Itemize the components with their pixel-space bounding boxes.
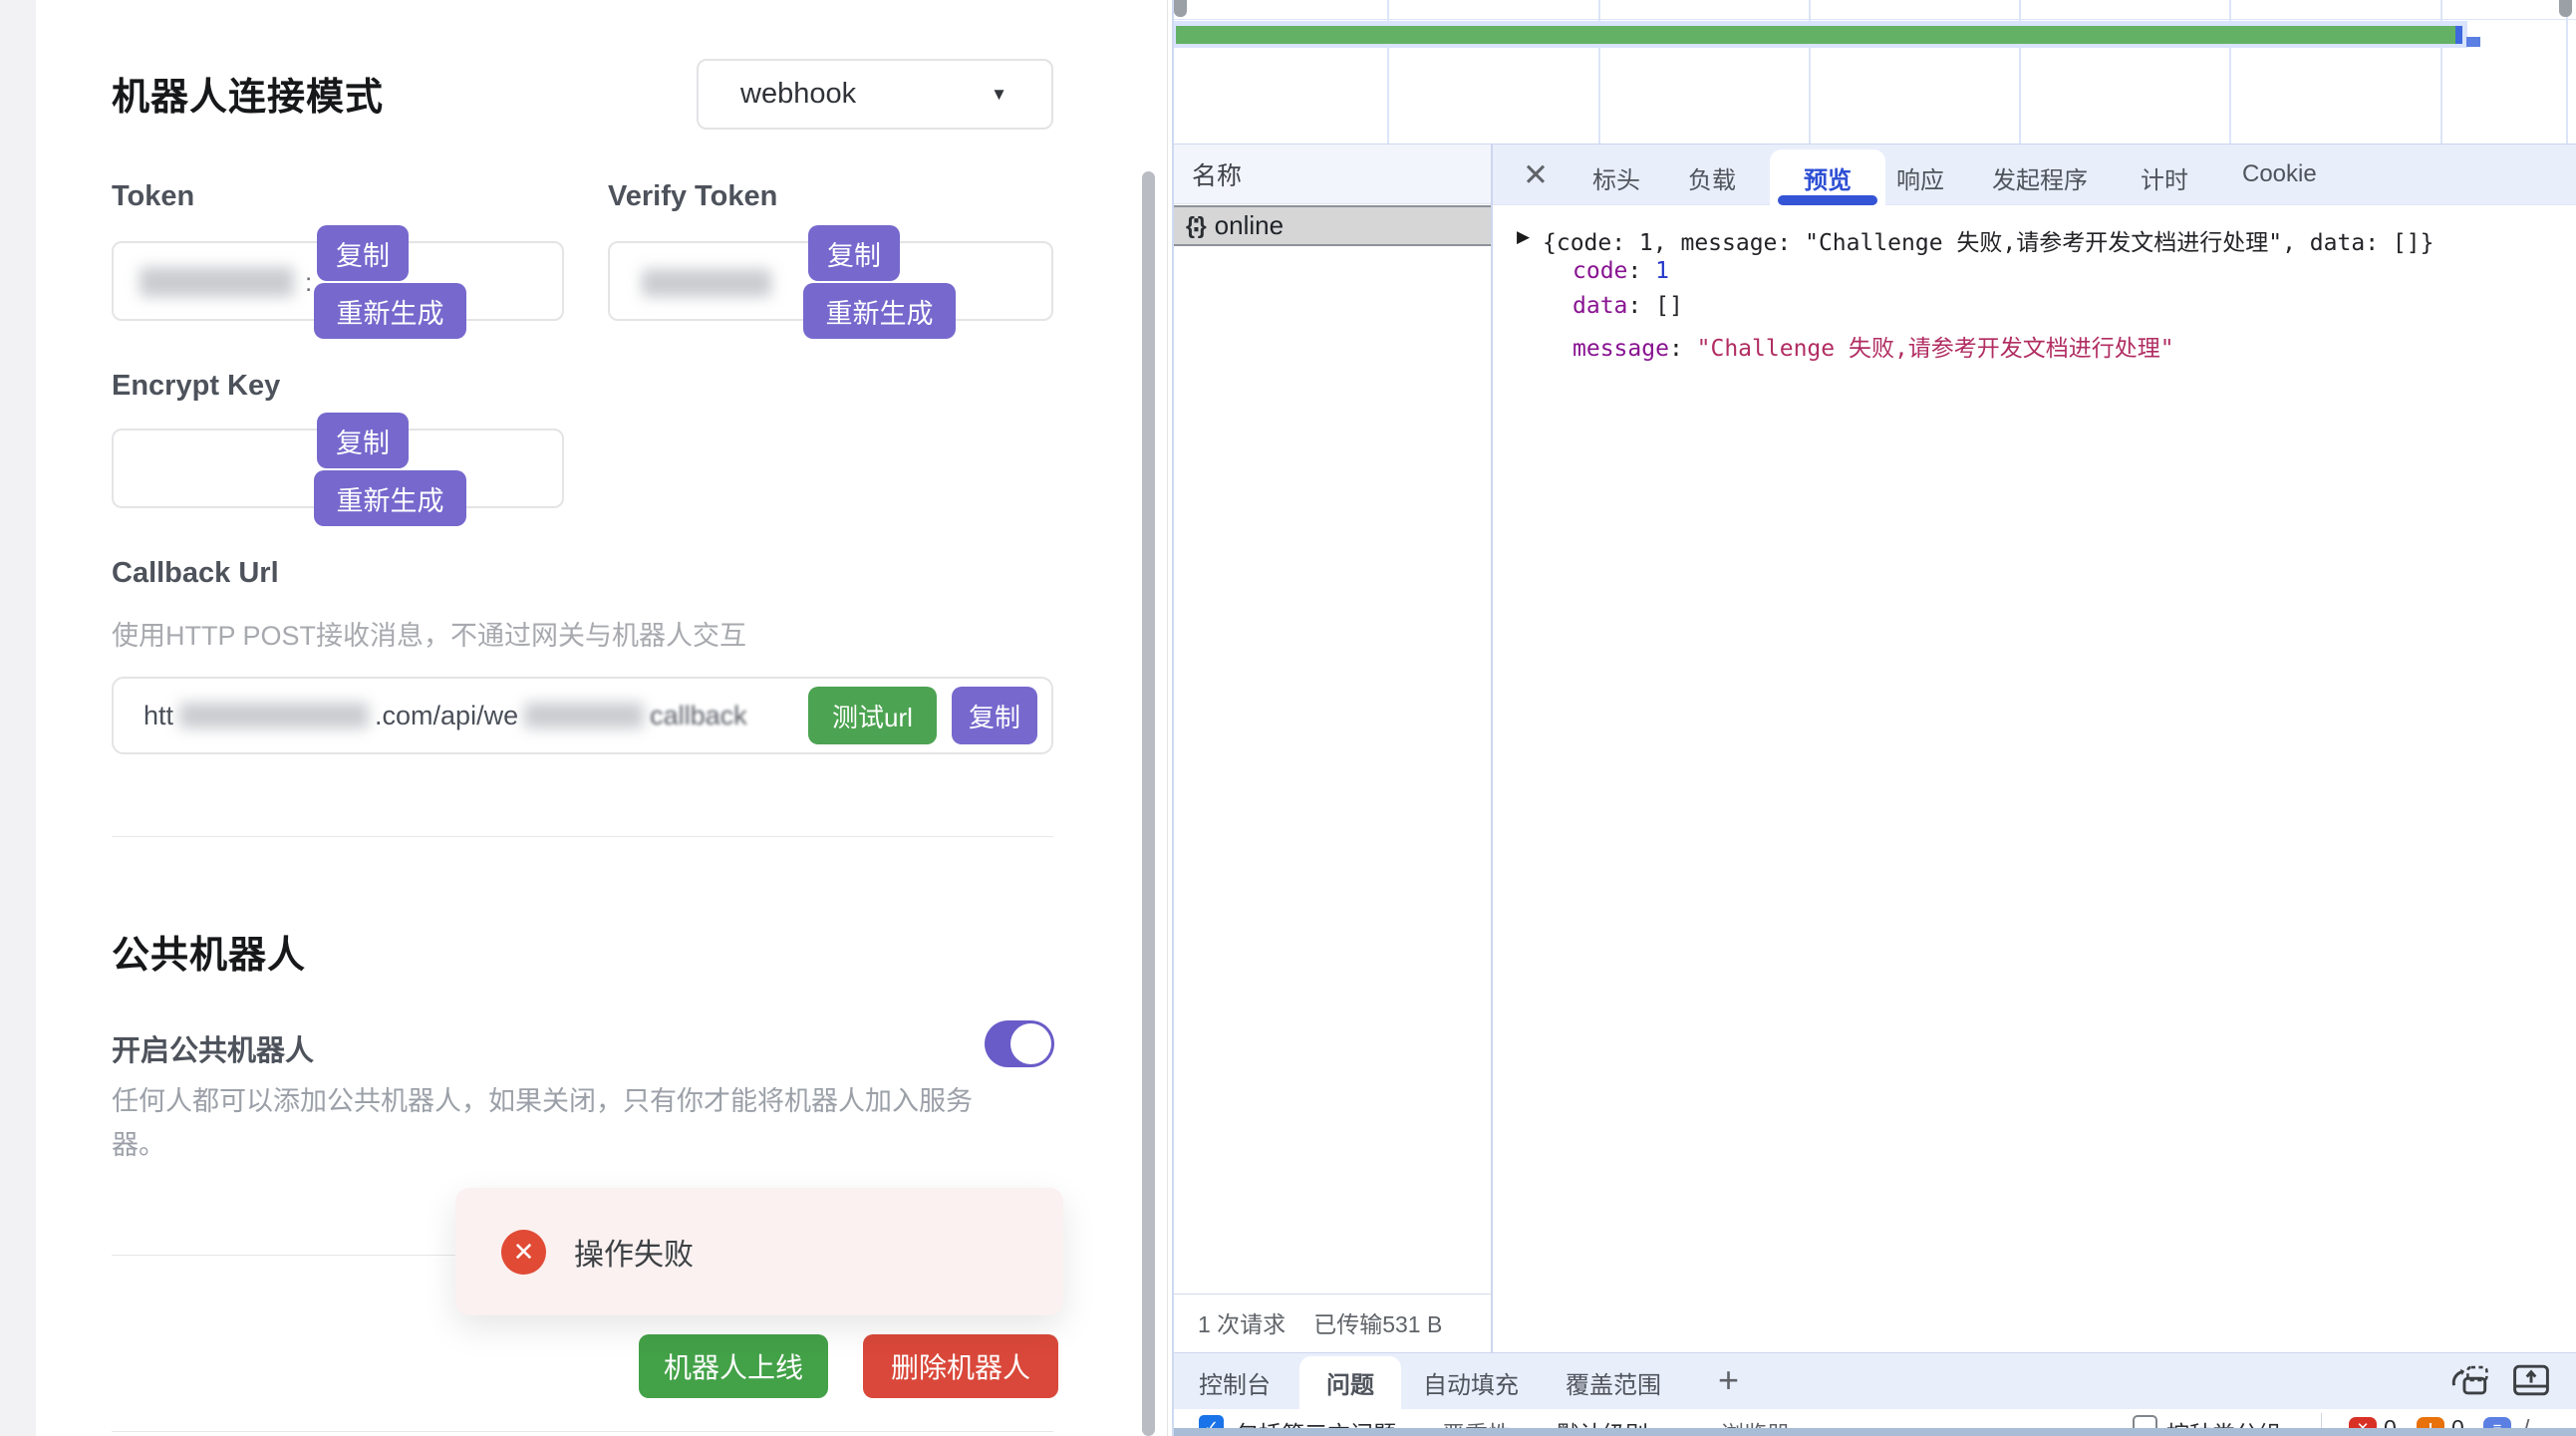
url-redacted-2 xyxy=(524,703,644,728)
more-tabs-button[interactable]: + xyxy=(1718,1359,1739,1401)
json-summary-line[interactable]: {code: 1, message: "Challenge 失败,请参考开发文档… xyxy=(1543,223,2433,257)
token-regenerate-button[interactable]: 重新生成 xyxy=(314,283,466,339)
verify-token-regenerate-button[interactable]: 重新生成 xyxy=(803,283,956,339)
json-file-icon: {∶} xyxy=(1186,212,1205,239)
url-redacted-1 xyxy=(179,703,369,728)
token-redacted-value xyxy=(140,267,294,297)
request-name: online xyxy=(1215,210,1284,241)
drawer-tab-issues[interactable]: 问题 xyxy=(1326,1365,1374,1400)
toast-message: 操作失败 xyxy=(574,1230,694,1274)
json-row-data: data: [] xyxy=(1573,293,1683,319)
public-bot-toggle-label: 开启公共机器人 xyxy=(112,1027,314,1069)
json-row-code: code: 1 xyxy=(1573,258,1669,284)
public-bot-toggle[interactable] xyxy=(985,1020,1054,1067)
callback-url-description: 使用HTTP POST接收消息，不通过网关与机器人交互 xyxy=(112,614,746,653)
tab-initiator[interactable]: 发起程序 xyxy=(1992,160,2088,195)
json-key: message xyxy=(1573,336,1669,362)
delete-bot-button[interactable]: 删除机器人 xyxy=(863,1334,1058,1398)
tab-payload[interactable]: 负载 xyxy=(1688,160,1736,195)
tab-preview-underline xyxy=(1778,195,1877,205)
drawer-tab-autofill[interactable]: 自动填充 xyxy=(1423,1365,1519,1400)
json-value: "Challenge 失败,请参考开发文档进行处理" xyxy=(1697,336,2174,362)
left-gutter xyxy=(0,0,36,1436)
divider xyxy=(112,836,1053,837)
tab-timing[interactable]: 计时 xyxy=(2141,160,2188,195)
close-icon[interactable]: ✕ xyxy=(1523,157,1549,193)
expander-triangle-icon[interactable]: ▶ xyxy=(1517,227,1530,247)
divider xyxy=(112,1431,1053,1432)
callback-url-value: htt .com/api/we callback xyxy=(143,701,747,731)
bot-online-button[interactable]: 机器人上线 xyxy=(639,1334,828,1398)
encrypt-key-copy-button[interactable]: 复制 xyxy=(317,413,409,468)
page-scrollbar[interactable] xyxy=(1142,171,1155,1436)
json-sep: : xyxy=(1669,336,1697,362)
url-fragment-2: .com/api/we xyxy=(375,701,518,731)
error-toast: ✕ 操作失败 xyxy=(455,1188,1063,1315)
timeline-left-handle[interactable] xyxy=(1174,0,1187,17)
name-column-header[interactable]: 名称 xyxy=(1174,144,1491,204)
tab-response[interactable]: 响应 xyxy=(1896,160,1944,195)
json-value: 1 xyxy=(1655,258,1669,284)
token-colon: : xyxy=(305,267,312,298)
mode-select-value: webhook xyxy=(740,78,856,111)
encrypt-key-label: Encrypt Key xyxy=(112,370,280,403)
json-value: [] xyxy=(1655,293,1683,319)
timeline-right-handle[interactable] xyxy=(2559,0,2572,17)
drawer-tab-coverage[interactable]: 覆盖范围 xyxy=(1566,1365,1661,1400)
callback-copy-button[interactable]: 复制 xyxy=(952,687,1037,744)
tab-headers[interactable]: 标头 xyxy=(1592,160,1640,195)
timeline-load-marker xyxy=(2466,37,2480,47)
timeline-bar-end-tick xyxy=(2455,26,2462,44)
request-count: 1 次请求 xyxy=(1198,1305,1286,1339)
token-label: Token xyxy=(112,180,194,213)
toggle-knob xyxy=(1010,1023,1051,1064)
name-column-label: 名称 xyxy=(1192,156,1242,192)
connection-mode-select[interactable]: webhook ▼ xyxy=(697,59,1053,130)
url-fragment-1: htt xyxy=(143,701,173,731)
rotate-device-icon[interactable] xyxy=(2448,1361,2492,1399)
json-sep: : xyxy=(1627,293,1655,319)
callback-url-label: Callback Url xyxy=(112,557,279,590)
network-requests-pane: 名称 {∶} online 1 次请求 已传输531 B xyxy=(1174,144,1493,1352)
error-circle-icon: ✕ xyxy=(501,1230,546,1275)
expand-panel-up-icon[interactable] xyxy=(2509,1361,2553,1399)
window-bottom-strip xyxy=(1174,1428,2576,1436)
page-devtools-divider xyxy=(1167,0,1168,1436)
token-copy-button[interactable]: 复制 xyxy=(317,225,409,281)
page-title: 机器人连接模式 xyxy=(112,66,384,121)
verify-token-label: Verify Token xyxy=(608,180,777,213)
network-summary-bar: 1 次请求 已传输531 B xyxy=(1174,1293,1491,1350)
drawer-tab-console[interactable]: 控制台 xyxy=(1199,1365,1271,1400)
devtools-panel: 名称 {∶} online 1 次请求 已传输531 B ✕ 标头 负载 预览 … xyxy=(1172,0,2576,1436)
timeline-request-bar[interactable] xyxy=(1176,26,2455,44)
json-sep: : xyxy=(1627,258,1655,284)
request-row-online[interactable]: {∶} online xyxy=(1174,205,1491,246)
test-url-button[interactable]: 测试url xyxy=(808,687,937,744)
screen: 机器人连接模式 webhook ▼ Token : 复制 重新生成 Verify… xyxy=(0,0,2576,1436)
timeline-right-border xyxy=(2566,0,2568,144)
chevron-down-icon: ▼ xyxy=(991,85,1007,105)
encrypt-key-regenerate-button[interactable]: 重新生成 xyxy=(314,470,466,526)
verify-token-redacted-value xyxy=(642,269,771,297)
public-bot-description: 任何人都可以添加公共机器人，如果关闭，只有你才能将机器人加入服务器。 xyxy=(112,1079,989,1167)
tab-cookies[interactable]: Cookie xyxy=(2242,160,2317,188)
url-fragment-3: callback xyxy=(650,701,747,731)
tab-preview[interactable]: 预览 xyxy=(1804,160,1852,195)
timeline-hline xyxy=(1174,19,2576,20)
public-bot-title: 公共机器人 xyxy=(112,924,306,979)
json-row-message: message: "Challenge 失败,请参考开发文档进行处理" xyxy=(1573,329,2174,363)
json-key: code xyxy=(1573,258,1627,284)
transferred-size: 已传输531 B xyxy=(1313,1305,1442,1339)
verify-token-copy-button[interactable]: 复制 xyxy=(808,225,900,281)
json-key: data xyxy=(1573,293,1627,319)
